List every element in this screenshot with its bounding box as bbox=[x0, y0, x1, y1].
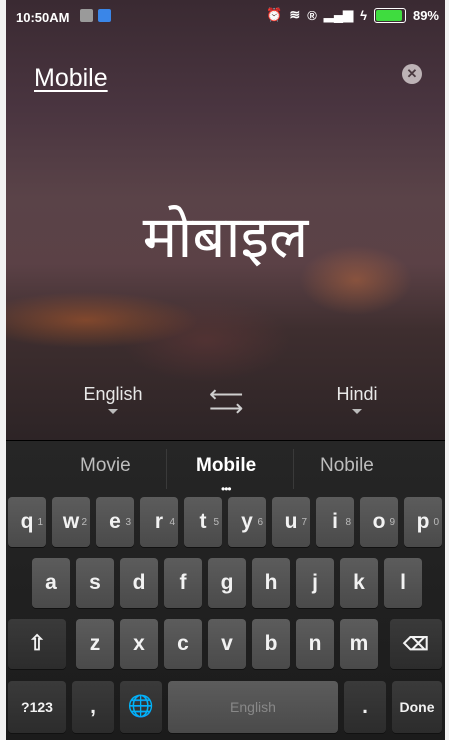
key-w[interactable]: 2w bbox=[52, 497, 90, 547]
target-language-label: Hindi bbox=[336, 384, 378, 404]
key-e[interactable]: 3e bbox=[96, 497, 134, 547]
key-t[interactable]: 5t bbox=[184, 497, 222, 547]
app-notification-icon bbox=[98, 9, 111, 22]
comma-key[interactable]: , bbox=[72, 681, 114, 733]
key-i[interactable]: 8i bbox=[316, 497, 354, 547]
done-key[interactable]: Done bbox=[392, 681, 442, 733]
status-bar: 10:50AM ⏰ ≋ ® ▂▄▆ ϟ 89% bbox=[6, 0, 445, 36]
battery-percent: 89% bbox=[412, 7, 439, 23]
backspace-icon: ⌫ bbox=[403, 634, 429, 654]
key-u[interactable]: 7u bbox=[272, 497, 310, 547]
key-v[interactable]: v bbox=[208, 619, 246, 669]
key-f[interactable]: f bbox=[164, 558, 202, 608]
chevron-down-icon bbox=[108, 409, 118, 414]
chevron-down-icon bbox=[352, 409, 362, 414]
key-k[interactable]: k bbox=[340, 558, 378, 608]
divider bbox=[166, 449, 167, 489]
key-z[interactable]: z bbox=[76, 619, 114, 669]
shift-key[interactable]: ⇧ bbox=[8, 619, 66, 669]
target-language-selector[interactable]: Hindi bbox=[322, 384, 392, 414]
suggestion-bar: Movie Mobile ••• Nobile bbox=[6, 441, 445, 496]
suggestion-3[interactable]: Nobile bbox=[320, 455, 374, 477]
key-x[interactable]: x bbox=[120, 619, 158, 669]
divider bbox=[293, 449, 294, 489]
suggestion-2[interactable]: Mobile bbox=[196, 455, 256, 477]
key-b[interactable]: b bbox=[252, 619, 290, 669]
shift-icon: ⇧ bbox=[28, 632, 46, 655]
language-key[interactable]: 🌐 bbox=[120, 681, 162, 733]
source-language-selector[interactable]: English bbox=[68, 384, 158, 414]
phone-frame: 10:50AM ⏰ ≋ ® ▂▄▆ ϟ 89% Mobile ✕ मोबाइल … bbox=[0, 0, 449, 740]
translation-text: मोबाइल bbox=[142, 203, 309, 271]
swap-arrows-icon[interactable]: ⟵ ⟶ bbox=[209, 383, 243, 421]
signal-icon: ▂▄▆ bbox=[323, 7, 354, 22]
roaming-icon: ® bbox=[307, 7, 317, 23]
right-bezel bbox=[445, 0, 449, 740]
status-time: 10:50AM bbox=[16, 10, 70, 25]
key-c[interactable]: c bbox=[164, 619, 202, 669]
key-o[interactable]: 9o bbox=[360, 497, 398, 547]
key-j[interactable]: j bbox=[296, 558, 334, 608]
key-r[interactable]: 4r bbox=[140, 497, 178, 547]
key-n[interactable]: n bbox=[296, 619, 334, 669]
key-h[interactable]: h bbox=[252, 558, 290, 608]
key-y[interactable]: 6y bbox=[228, 497, 266, 547]
source-word[interactable]: Mobile bbox=[34, 64, 108, 93]
gallery-notification-icon bbox=[80, 9, 93, 22]
globe-icon: 🌐 bbox=[127, 695, 155, 718]
key-d[interactable]: d bbox=[120, 558, 158, 608]
period-key[interactable]: . bbox=[344, 681, 386, 733]
alarm-icon: ⏰ bbox=[266, 7, 283, 22]
more-suggestions-icon[interactable]: ••• bbox=[221, 482, 232, 496]
battery-icon bbox=[373, 7, 406, 23]
key-a[interactable]: a bbox=[32, 558, 70, 608]
key-p[interactable]: 0p bbox=[404, 497, 442, 547]
key-q[interactable]: 1q bbox=[8, 497, 46, 547]
source-language-label: English bbox=[83, 384, 143, 404]
space-bar[interactable]: English bbox=[168, 681, 338, 733]
key-s[interactable]: s bbox=[76, 558, 114, 608]
wifi-icon: ≋ bbox=[289, 7, 301, 22]
key-m[interactable]: m bbox=[340, 619, 378, 669]
screen: 10:50AM ⏰ ≋ ® ▂▄▆ ϟ 89% Mobile ✕ मोबाइल … bbox=[6, 0, 445, 740]
suggestion-1[interactable]: Movie bbox=[80, 455, 131, 477]
close-icon[interactable]: ✕ bbox=[402, 64, 422, 84]
backspace-key[interactable]: ⌫ bbox=[390, 619, 442, 669]
key-g[interactable]: g bbox=[208, 558, 246, 608]
keyboard: Movie Mobile ••• Nobile 1q 2w 3e 4r 5t 6… bbox=[6, 441, 445, 740]
key-l[interactable]: l bbox=[384, 558, 422, 608]
symbols-key[interactable]: ?123 bbox=[8, 681, 66, 733]
charging-icon: ϟ bbox=[360, 7, 367, 23]
status-icons: ⏰ ≋ ® ▂▄▆ ϟ 89% bbox=[266, 7, 439, 23]
